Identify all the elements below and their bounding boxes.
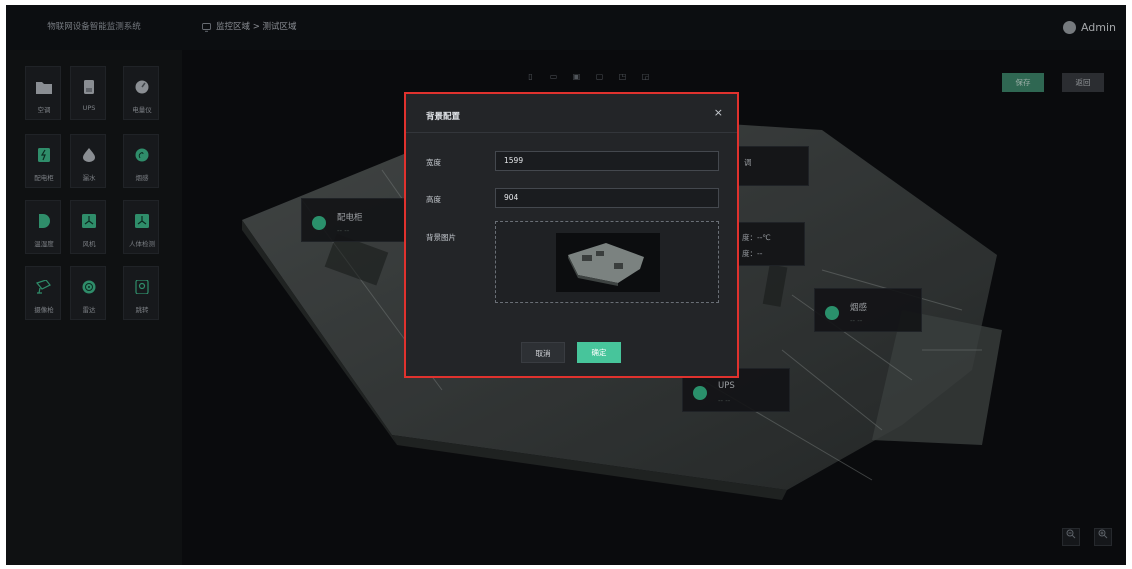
app-window: 物联网设备智能监测系统 监控区域 > 测试区域 Admin 空调 UPS 电量仪 [6,5,1126,565]
background-config-dialog: 背景配置 × 宽度 1599 高度 904 背景图片 取消 确定 [404,92,739,378]
close-icon[interactable]: × [714,106,723,119]
height-label: 高度 [426,195,441,204]
height-field[interactable]: 904 [495,188,719,208]
floor-thumbnail-image [568,243,644,286]
width-field[interactable]: 1599 [495,151,719,171]
bg-image-label: 背景图片 [426,233,456,242]
bg-image-upload[interactable] [495,221,719,303]
cancel-button[interactable]: 取消 [521,342,565,363]
divider [406,132,737,133]
dialog-title: 背景配置 [426,112,461,122]
bg-image-thumbnail [556,233,660,292]
width-label: 宽度 [426,158,441,167]
confirm-button[interactable]: 确定 [577,342,621,363]
